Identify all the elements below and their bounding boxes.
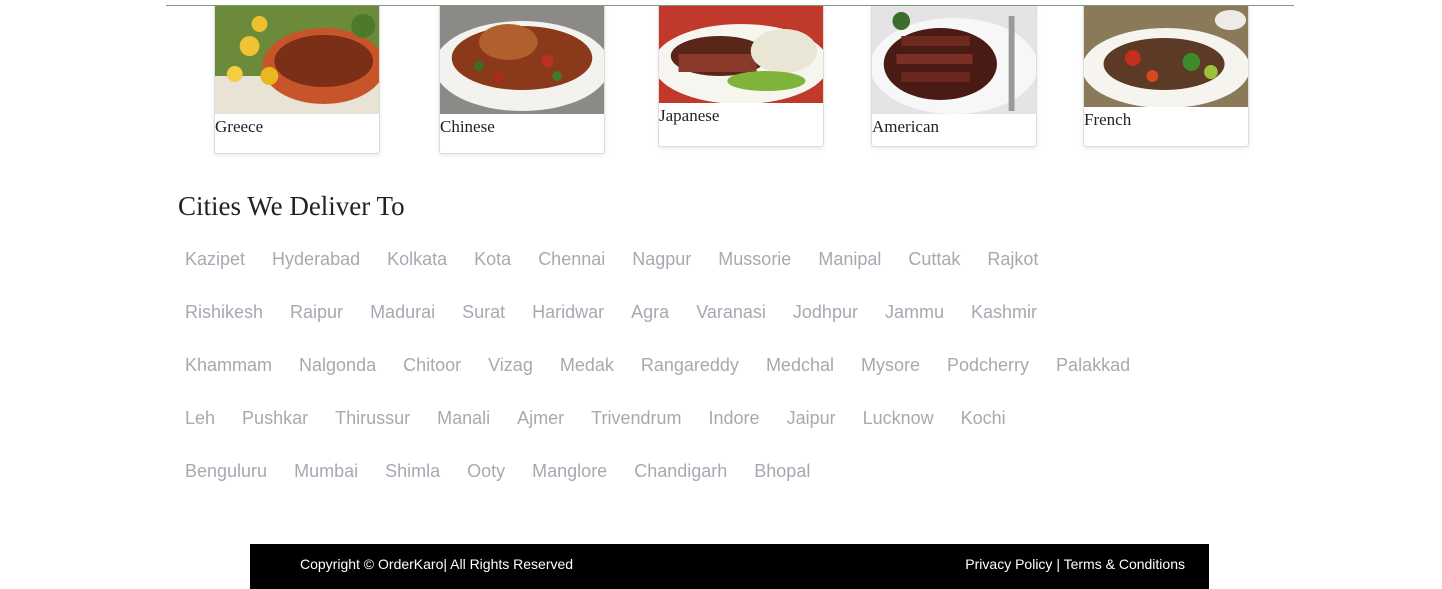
cuisine-card-japanese[interactable]: Japanese <box>658 6 824 147</box>
city-link[interactable]: Hyderabad <box>272 245 360 273</box>
city-link[interactable]: Vizag <box>488 351 533 379</box>
city-link[interactable]: Kota <box>474 245 511 273</box>
city-link[interactable]: Bhopal <box>754 457 810 485</box>
city-link[interactable]: Raipur <box>290 298 343 326</box>
cuisine-label: American <box>872 117 940 136</box>
cities-section-title: Cities We Deliver To <box>178 191 405 221</box>
city-link[interactable]: Chandigarh <box>634 457 727 485</box>
city-link[interactable]: Khammam <box>185 351 272 379</box>
cuisine-label: Chinese <box>440 117 495 136</box>
city-link[interactable]: Manipal <box>818 245 881 273</box>
city-link[interactable]: Kolkata <box>387 245 447 273</box>
city-link[interactable]: Mumbai <box>294 457 358 485</box>
city-link[interactable]: Pushkar <box>242 404 308 432</box>
city-link[interactable]: Indore <box>709 404 760 432</box>
privacy-policy-link[interactable]: Privacy Policy <box>965 556 1052 572</box>
city-link[interactable]: Manali <box>437 404 490 432</box>
city-link[interactable]: Benguluru <box>185 457 267 485</box>
city-list: Kazipet Hyderabad Kolkata Kota Chennai Nagpur… <box>185 245 1157 510</box>
city-link[interactable]: Rajkot <box>987 245 1038 273</box>
footer-links: Privacy Policy | Terms & Conditions <box>965 556 1185 572</box>
city-row: Khammam Nalgonda Chitoor Vizag Medak Rangared… <box>185 351 1157 404</box>
city-row: Benguluru Mumbai Shimla Ooty Manglore Chandig… <box>185 457 1157 510</box>
copyright-text: Copyright © OrderKaro| All Rights Reserv… <box>300 556 574 572</box>
cuisine-card-chinese[interactable]: Chinese <box>439 6 605 154</box>
city-link[interactable]: Leh <box>185 404 215 432</box>
city-link[interactable]: Shimla <box>385 457 440 485</box>
cuisine-image-american <box>872 6 1036 114</box>
cuisine-image-japanese <box>659 6 823 103</box>
city-link[interactable]: Kochi <box>961 404 1006 432</box>
city-link[interactable]: Medak <box>560 351 614 379</box>
city-link[interactable]: Manglore <box>532 457 607 485</box>
cuisine-image-french <box>1084 6 1248 107</box>
city-link[interactable]: Ooty <box>467 457 505 485</box>
city-link[interactable]: Jammu <box>885 298 944 326</box>
site-footer: Copyright © OrderKaro| All Rights Reserv… <box>250 544 1209 589</box>
cuisine-card-greece[interactable]: Greece <box>214 6 380 154</box>
cuisine-label: French <box>1084 110 1132 129</box>
cuisine-label: Japanese <box>659 106 720 125</box>
city-link[interactable]: Rishikesh <box>185 298 263 326</box>
city-link[interactable]: Chitoor <box>403 351 461 379</box>
city-link[interactable]: Podcherry <box>947 351 1029 379</box>
city-link[interactable]: Thirussur <box>335 404 410 432</box>
city-link[interactable]: Agra <box>631 298 669 326</box>
city-row: Rishikesh Raipur Madurai Surat Haridwar Agra V… <box>185 298 1157 351</box>
city-link[interactable]: Trivendrum <box>591 404 681 432</box>
city-link[interactable]: Jaipur <box>787 404 836 432</box>
cuisine-image-greece <box>215 6 379 114</box>
city-link[interactable]: Mussorie <box>718 245 791 273</box>
city-link[interactable]: Madurai <box>370 298 435 326</box>
city-row: Kazipet Hyderabad Kolkata Kota Chennai Nagpur… <box>185 245 1157 298</box>
terms-conditions-link[interactable]: Terms & Conditions <box>1064 556 1185 572</box>
city-link[interactable]: Jodhpur <box>793 298 858 326</box>
city-link[interactable]: Cuttak <box>908 245 960 273</box>
city-link[interactable]: Rangareddy <box>641 351 739 379</box>
city-link[interactable]: Varanasi <box>696 298 766 326</box>
city-link[interactable]: Haridwar <box>532 298 604 326</box>
city-link[interactable]: Surat <box>462 298 505 326</box>
city-link[interactable]: Medchal <box>766 351 834 379</box>
city-link[interactable]: Ajmer <box>517 404 564 432</box>
cuisine-label: Greece <box>215 117 264 136</box>
city-link[interactable]: Lucknow <box>863 404 934 432</box>
city-link[interactable]: Nagpur <box>632 245 691 273</box>
city-link[interactable]: Chennai <box>538 245 605 273</box>
cuisine-card-american[interactable]: American <box>871 6 1037 147</box>
city-row: Leh Pushkar Thirussur Manali Ajmer Trivendrum… <box>185 404 1157 457</box>
city-link[interactable]: Kazipet <box>185 245 245 273</box>
footer-separator: | <box>1052 556 1064 572</box>
cuisine-card-french[interactable]: French <box>1083 6 1249 147</box>
city-link[interactable]: Nalgonda <box>299 351 376 379</box>
cuisine-image-chinese <box>440 6 604 114</box>
city-link[interactable]: Mysore <box>861 351 920 379</box>
city-link[interactable]: Palakkad <box>1056 351 1130 379</box>
city-link[interactable]: Kashmir <box>971 298 1037 326</box>
